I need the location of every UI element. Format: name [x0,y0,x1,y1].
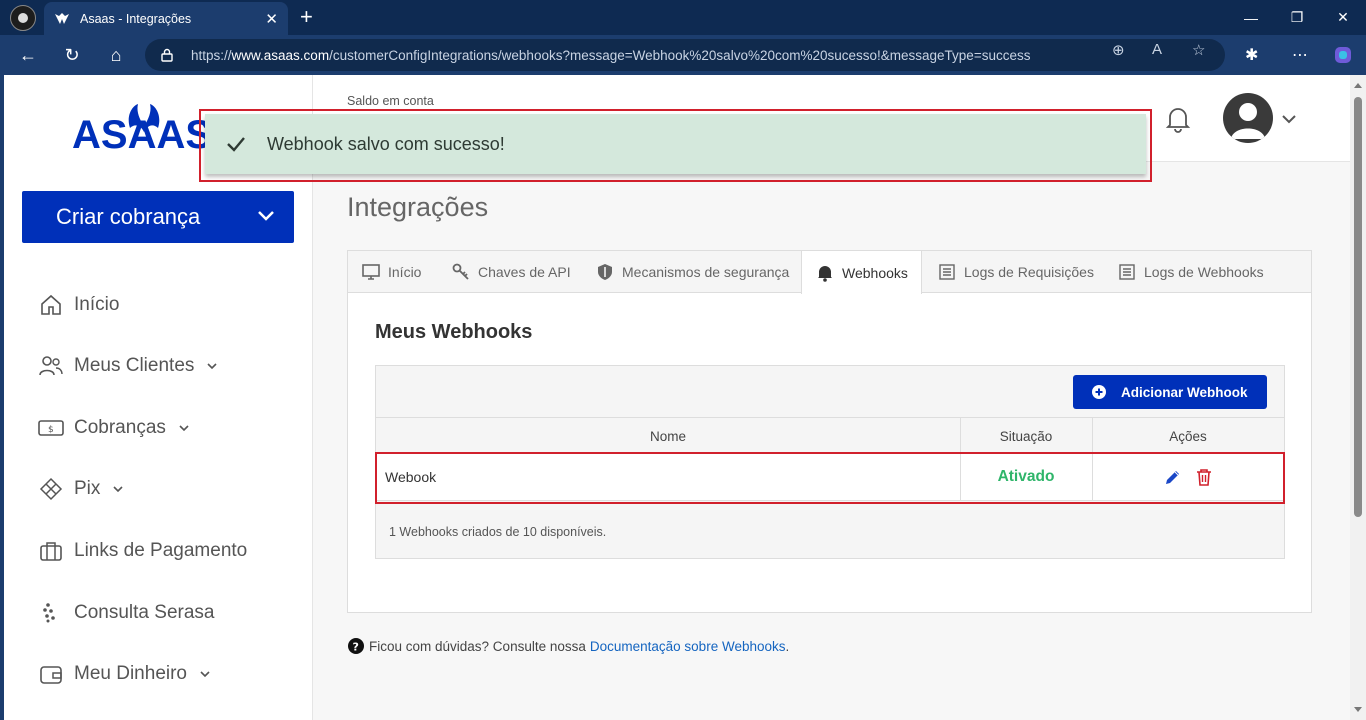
minimize-window-icon[interactable]: — [1228,0,1274,35]
wallet-icon [38,661,64,687]
restore-window-icon[interactable]: ❐ [1274,0,1320,35]
key-icon [452,263,470,281]
question-circle-icon: ? [348,638,364,654]
briefcase-icon [38,538,64,564]
browser-tab-title: Asaas - Integrações [80,11,192,26]
browser-tab-strip: Asaas - Integrações ✕ + — ❐ ✕ [0,0,1366,35]
column-header-nome: Nome [649,428,686,444]
plus-circle-icon [1092,385,1106,399]
balance-label: Saldo em conta [347,94,434,108]
url-text: https://www.asaas.com/customerConfigInte… [191,47,1031,63]
chevron-down-icon[interactable] [1281,111,1297,127]
sidebar-item-label: Início [74,294,120,315]
create-charge-label: Criar cobrança [56,204,201,229]
toast-highlight-outline [199,109,1152,182]
chevron-down-icon [179,425,189,432]
help-text: ? Ficou com dúvidas? Consulte nossa Docu… [348,638,789,654]
chevron-down-icon[interactable] [256,205,276,225]
add-webhook-button[interactable]: Adicionar Webhook [1073,375,1267,409]
svg-text:ASAAS: ASAAS [72,113,212,154]
sidebar-item-label: Meu Dinheiro [74,663,187,684]
more-menu-icon[interactable]: ⋯ [1292,45,1308,65]
list-icon [1118,263,1136,281]
sidebar-item-links-de-pagamento[interactable]: Links de Pagamento [38,535,247,567]
column-header-acoes: Ações [1169,428,1207,444]
sidebar-item-meu-dinheiro[interactable]: Meu Dinheiro [38,658,211,690]
browser-tab[interactable]: Asaas - Integrações ✕ [44,2,288,35]
url-field[interactable]: https://www.asaas.com/customerConfigInte… [145,39,1225,71]
chevron-down-icon [113,486,123,493]
webhooks-docs-link[interactable]: Documentação sobre Webhooks [590,639,786,654]
sidebar-item-label: Links de Pagamento [74,540,248,561]
add-webhook-label: Adicionar Webhook [1121,384,1248,400]
tab-logs-de-webhooks[interactable]: Logs de Webhooks [1118,251,1264,293]
serasa-icon [38,600,64,626]
lock-icon [161,48,173,62]
svg-text:?: ? [353,641,359,654]
page-title: Integrações [347,192,489,222]
close-tab-icon[interactable]: ✕ [265,10,278,28]
tab-mecanismos-de-seguranca[interactable]: Mecanismos de segurança [596,251,789,293]
browser-address-bar: ← ↻ ⌂ https://www.asaas.com/customerConf… [0,35,1366,75]
users-icon [38,353,64,379]
bell-icon [816,264,834,282]
money-icon: $ [38,415,64,441]
tab-chaves-de-api[interactable]: Chaves de API [452,251,571,293]
chevron-down-icon [200,671,210,678]
section-title: Meus Webhooks [375,321,533,343]
new-tab-icon[interactable]: + [300,6,313,28]
back-icon[interactable]: ← [17,44,39,66]
sidebar-item-consulta-serasa[interactable]: Consulta Serasa [38,597,214,629]
copilot-icon[interactable] [1333,45,1353,65]
scrollbar-thumb[interactable] [1354,97,1362,517]
asaas-favicon-icon [55,12,69,24]
svg-text:$: $ [48,425,54,435]
sidebar-item-pix[interactable]: Pix [38,473,124,505]
column-header-situacao: Situação [999,428,1053,444]
tab-logs-de-requisicoes[interactable]: Logs de Requisições [938,251,1094,293]
chevron-down-icon [207,363,217,370]
reload-icon[interactable]: ↻ [61,44,83,66]
row-highlight-outline [375,452,1285,504]
asaas-logo[interactable]: ASAAS [72,102,212,154]
sidebar-item-inicio[interactable]: Início [38,289,119,321]
webhook-count-text: 1 Webhooks criados de 10 disponíveis. [389,525,607,539]
avatar[interactable] [1223,93,1273,143]
tab-inicio[interactable]: Início [362,251,421,293]
pix-icon [38,476,64,502]
monitor-icon [362,263,380,281]
sidebar-item-label: Cobranças [74,417,166,438]
zoom-icon[interactable]: ⊕ [1112,41,1125,59]
table-header: Nome Situação Ações [376,417,1284,454]
sidebar-item-label: Consulta Serasa [74,602,215,623]
close-window-icon[interactable]: ✕ [1320,0,1366,35]
browser-profile-icon[interactable] [10,4,36,31]
integrations-tabs: Início Chaves de API Mecanismos de segur… [348,251,1311,294]
integrations-panel: Início Chaves de API Mecanismos de segur… [347,250,1312,613]
favorite-star-icon[interactable]: ☆ [1192,41,1205,59]
sidebar-item-meus-clientes[interactable]: Meus Clientes [38,350,218,382]
tab-webhooks[interactable]: Webhooks [801,251,922,294]
home-icon [38,292,64,318]
extensions-icon[interactable]: ✱ [1245,45,1258,65]
create-charge-button[interactable]: Criar cobrança [22,191,294,243]
sidebar-item-label: Pix [74,478,101,499]
notification-bell-icon[interactable] [1165,105,1191,133]
list-icon [938,263,956,281]
home-browser-icon[interactable]: ⌂ [105,44,127,66]
page-scrollbar[interactable] [1350,75,1366,720]
sidebar-item-label: Meus Clientes [74,355,195,376]
read-aloud-icon[interactable]: A [1152,41,1162,58]
sidebar-item-cobrancas[interactable]: $ Cobranças [38,412,190,444]
shield-icon [596,263,614,281]
